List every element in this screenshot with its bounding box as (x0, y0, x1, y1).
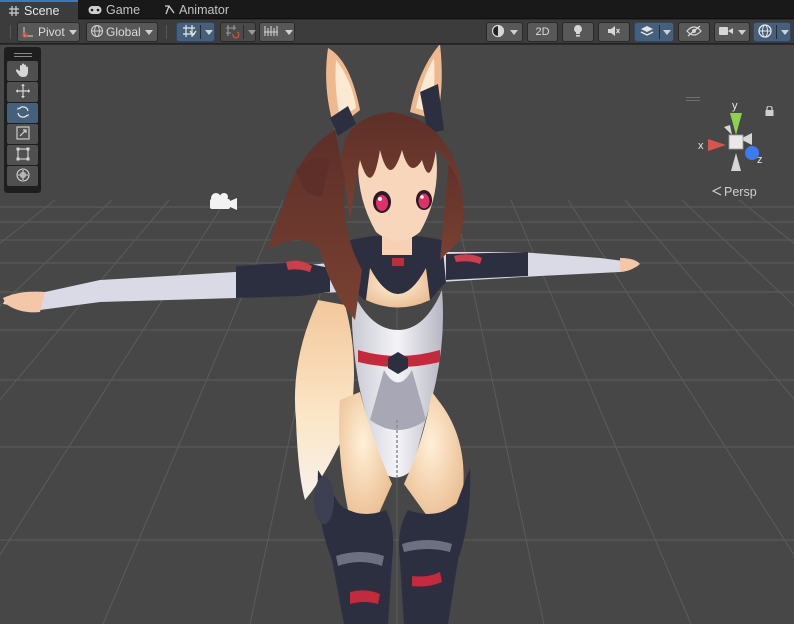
speaker-mute-icon (607, 24, 621, 41)
gizmo-x-label: x (698, 140, 704, 152)
scale-tool-button[interactable] (7, 124, 38, 144)
2d-mode-button[interactable]: 2D (527, 22, 558, 42)
move-tool-button[interactable] (7, 82, 38, 102)
hidden-objects-toggle[interactable] (678, 22, 710, 42)
scene-toolbar: Pivot Global 2D (0, 20, 794, 44)
pivot-dropdown[interactable]: Pivot (17, 22, 80, 42)
gizmo-y-cone[interactable] (730, 113, 742, 135)
pivot-icon (22, 24, 36, 41)
lighting-toggle[interactable] (562, 22, 594, 42)
animator-icon (164, 4, 175, 15)
gizmo-y-label: y (732, 100, 738, 112)
scale-icon (15, 125, 31, 144)
grid-snapping-toggle[interactable] (176, 22, 215, 42)
increment-snap-toggle[interactable] (220, 22, 256, 42)
gamepad-icon (88, 5, 102, 15)
gizmos-dropdown[interactable] (753, 22, 791, 42)
chevron-down-icon (68, 29, 77, 35)
global-label: Global (106, 25, 141, 39)
gizmo-globe-icon (757, 23, 773, 42)
transform-icon (15, 167, 31, 186)
chevron-down-icon (144, 29, 153, 35)
perspective-arrow-icon (711, 185, 722, 199)
audio-toggle[interactable] (598, 22, 630, 42)
grid-hash-icon (8, 5, 20, 17)
gizmo-neg-z-cone[interactable] (724, 125, 732, 135)
grid-visibility-dropdown[interactable] (259, 22, 295, 42)
projection-label: Persp (724, 185, 757, 199)
scene-viewport[interactable]: y x z Persp (0, 45, 794, 624)
2d-mode-label: 2D (535, 26, 550, 38)
gizmo-neg-y-cone[interactable] (731, 153, 741, 171)
tab-scene[interactable]: Scene (0, 0, 78, 20)
pivot-label: Pivot (38, 25, 65, 39)
tab-animator-label: Animator (179, 2, 230, 17)
tab-game-label: Game (106, 2, 141, 17)
increment-snap-icon (224, 23, 240, 42)
transform-tool-button[interactable] (7, 166, 38, 186)
chevron-down-icon (663, 29, 671, 35)
shading-sphere-icon (491, 24, 505, 41)
chevron-down-icon (781, 29, 789, 35)
rect-transform-icon (15, 146, 31, 165)
gizmo-center-cube[interactable] (728, 134, 744, 150)
camera-settings-dropdown[interactable] (714, 22, 750, 42)
rotate-tool-button[interactable] (7, 103, 38, 123)
orientation-gizmo[interactable]: y x z (696, 97, 778, 177)
tab-scene-label: Scene (24, 4, 60, 18)
hand-icon (15, 62, 31, 81)
lightbulb-icon (571, 24, 585, 41)
projection-toggle[interactable]: Persp (711, 185, 757, 199)
chevron-down-icon (738, 29, 746, 35)
rect-tool-button[interactable] (7, 145, 38, 165)
gizmo-x-cone[interactable] (708, 139, 726, 151)
tab-animator[interactable]: Animator (156, 0, 238, 19)
globe-icon (90, 24, 104, 41)
tab-game[interactable]: Game (80, 0, 150, 19)
move-arrows-icon (15, 83, 31, 102)
chevron-down-icon (248, 29, 256, 35)
effects-dropdown[interactable] (634, 22, 674, 42)
window-tab-bar: Scene Game Animator (0, 0, 794, 20)
scene-canvas[interactable] (0, 45, 794, 624)
gizmo-z-cone[interactable] (745, 146, 759, 160)
ruler-grid-icon (263, 24, 279, 41)
chevron-down-icon (285, 29, 293, 35)
chevron-down-icon (205, 29, 213, 35)
toolbar-separator (10, 25, 11, 39)
global-dropdown[interactable]: Global (86, 22, 158, 42)
tool-palette (4, 47, 41, 193)
grid-snap-icon (181, 23, 197, 42)
toolbar-separator (166, 25, 167, 39)
hand-tool-button[interactable] (7, 61, 38, 81)
eye-slash-icon (686, 24, 702, 41)
rotate-icon (15, 104, 31, 123)
chevron-down-icon (510, 29, 518, 35)
video-camera-icon (718, 25, 734, 40)
palette-drag-handle[interactable] (7, 50, 38, 60)
layers-effects-icon (640, 24, 654, 41)
shading-mode-dropdown[interactable] (486, 22, 523, 42)
